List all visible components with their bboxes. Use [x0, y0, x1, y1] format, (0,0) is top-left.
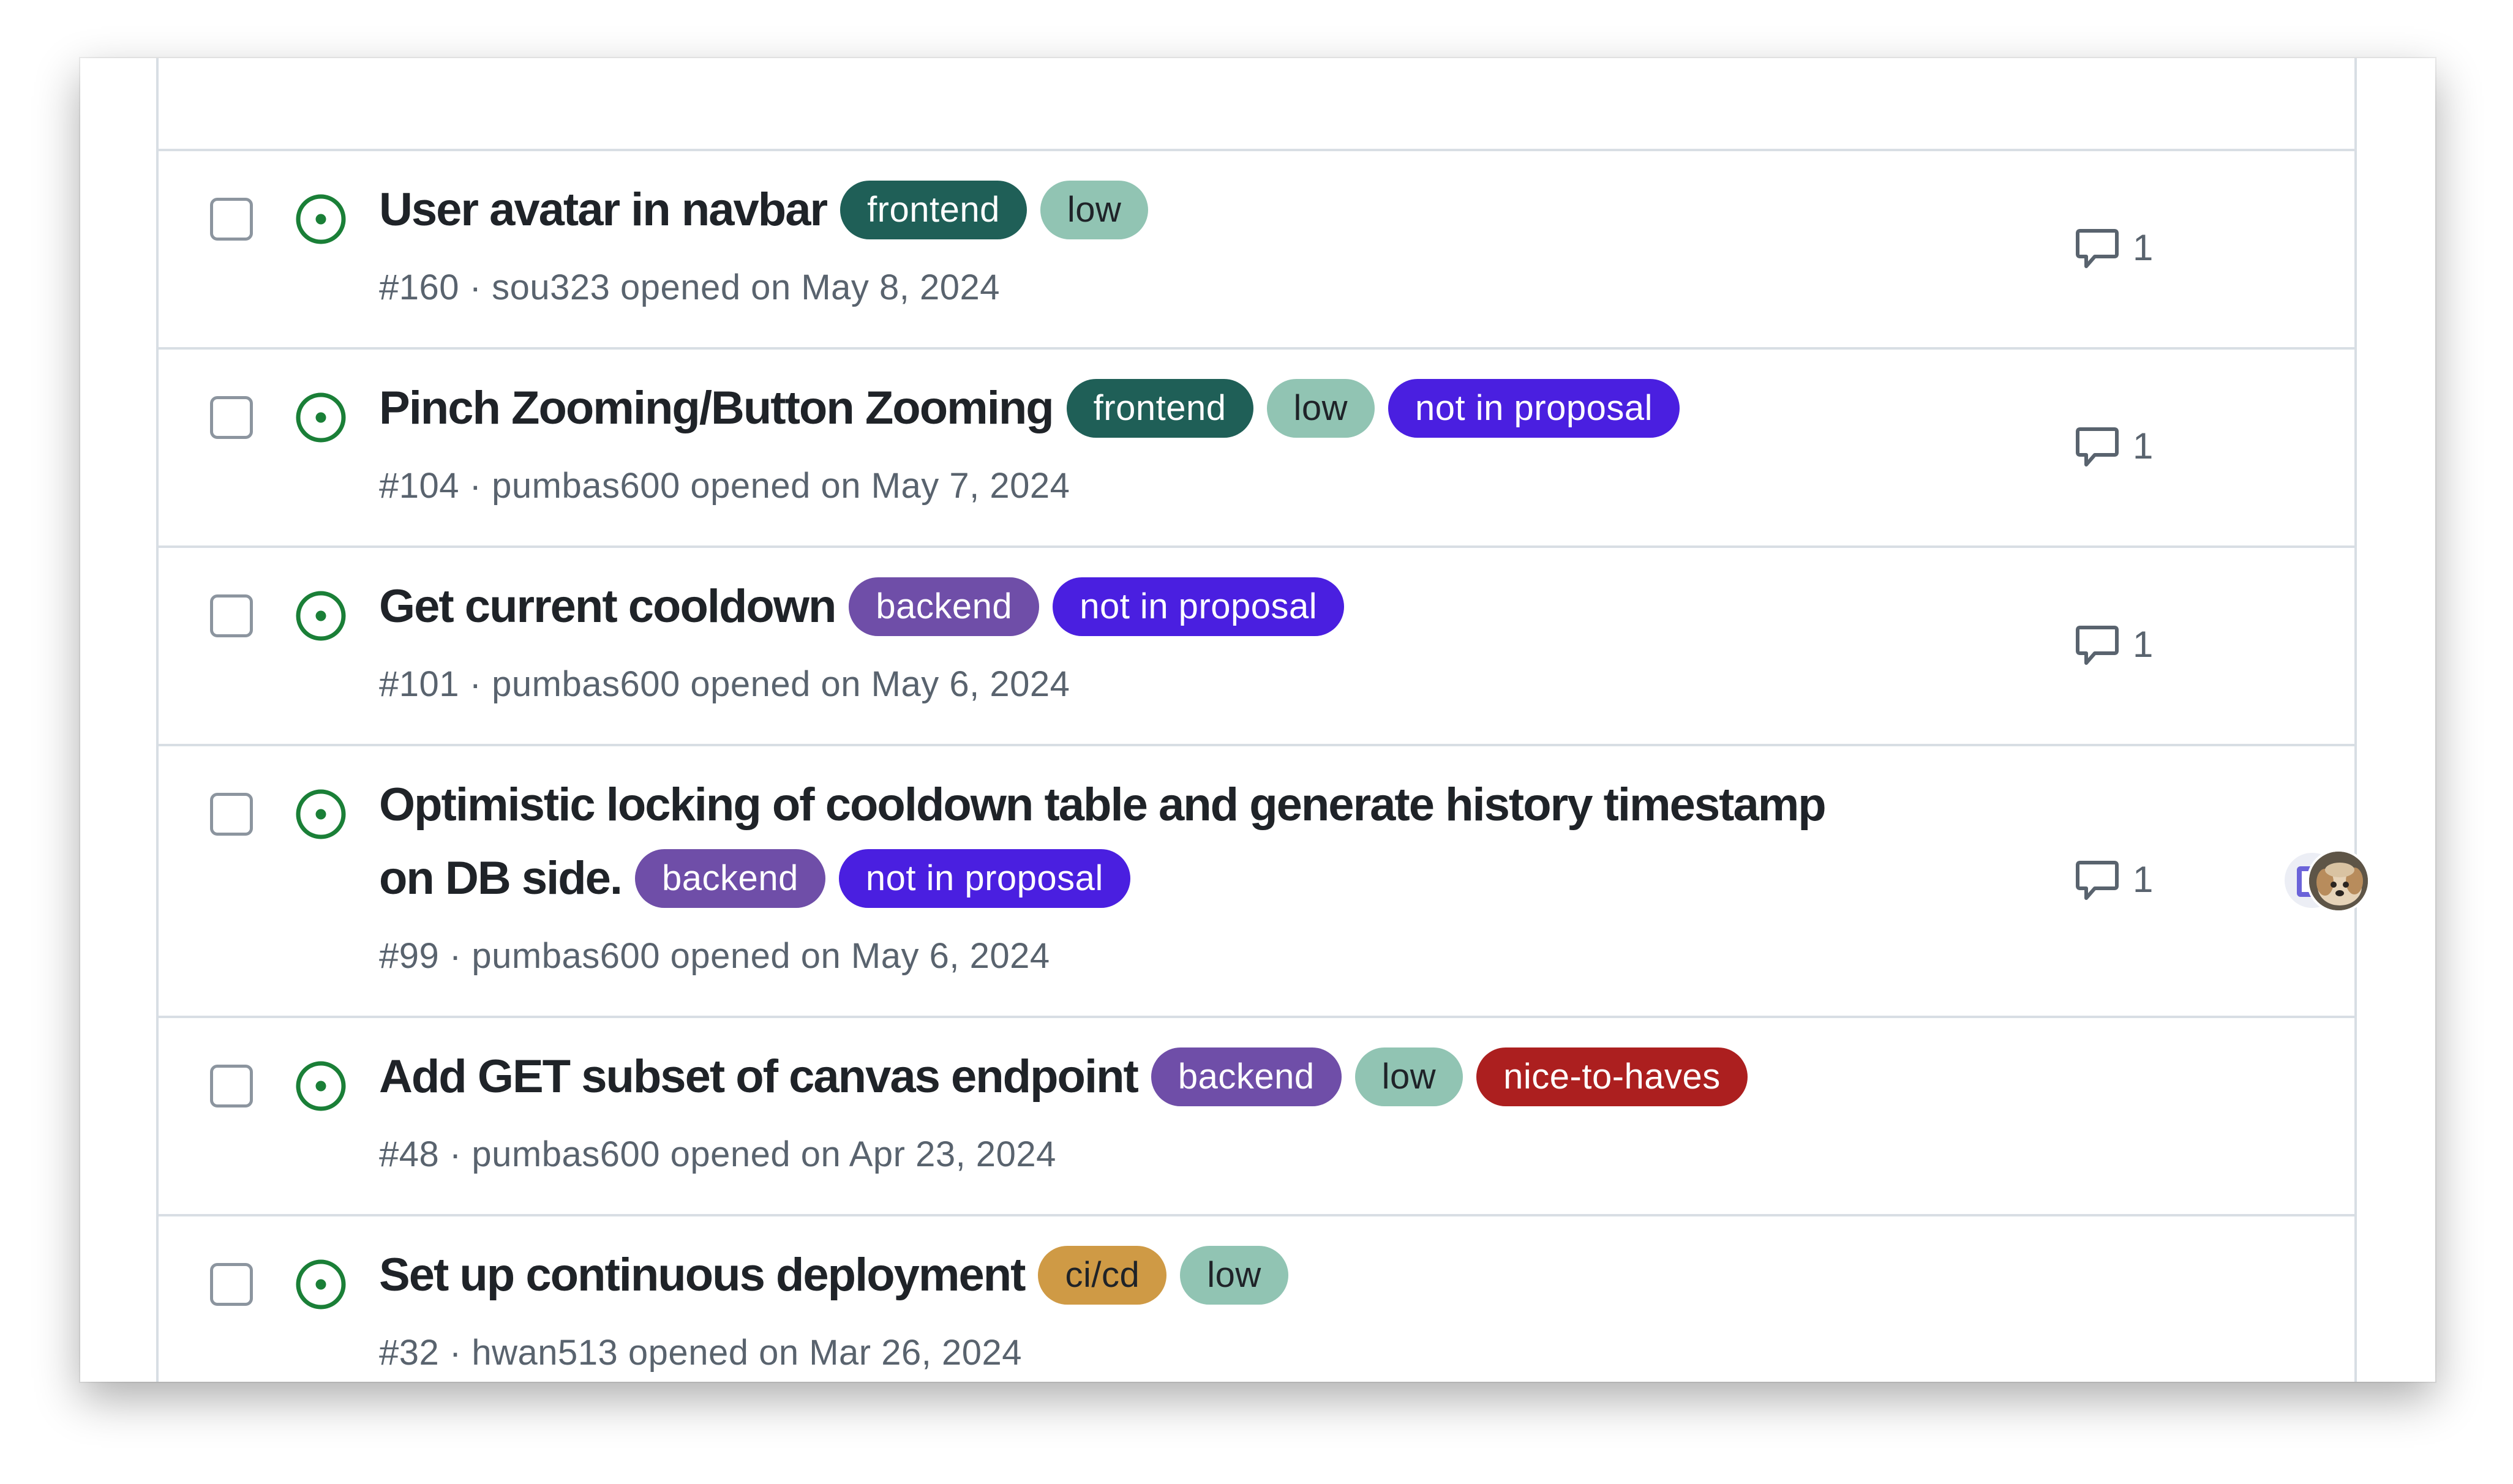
issue-title-link[interactable]: Set up continuous deployment: [379, 1249, 1026, 1301]
issue-opened-icon: [296, 591, 346, 641]
issue-opened-date: opened on May 6, 2024: [670, 936, 1050, 976]
issue-number: #32: [379, 1333, 440, 1373]
label-not-in-proposal[interactable]: not in proposal: [1388, 379, 1680, 438]
comments-link[interactable]: 1: [2074, 855, 2196, 904]
label-low[interactable]: low: [1266, 379, 1375, 438]
issue-meta: #104 · pumbas600 opened on May 7, 2024: [379, 465, 1070, 508]
issue-author-link[interactable]: pumbas600: [492, 664, 680, 704]
issue-number: #101: [379, 664, 460, 704]
issue-meta: #48 · pumbas600 opened on Apr 23, 2024: [379, 1133, 1056, 1176]
label-frontend[interactable]: frontend: [840, 181, 1027, 239]
issue-checkbox[interactable]: [210, 396, 253, 439]
comment-icon: [2076, 861, 2119, 900]
issue-meta: #101 · pumbas600 opened on May 6, 2024: [379, 663, 1070, 706]
issue-opened-date: opened on May 6, 2024: [690, 664, 1070, 704]
issue-row[interactable]: Add GET subset of canvas endpoint backend…: [159, 1016, 2354, 1215]
issue-opened-icon: [296, 1259, 346, 1310]
meta-separator: ·: [449, 936, 462, 976]
issue-opened-icon: [296, 392, 346, 443]
issue-checkbox[interactable]: [210, 198, 253, 241]
comment-icon: [2076, 427, 2119, 467]
issue-checkbox[interactable]: [210, 1263, 253, 1306]
issue-opened-date: opened on Mar 26, 2024: [628, 1333, 1022, 1373]
issue-list: User avatar in navbar frontend low #160 · …: [156, 58, 2370, 1382]
issue-opened-date: opened on May 8, 2024: [620, 268, 1001, 307]
issue-number: #48: [379, 1134, 440, 1174]
comments-link[interactable]: 1: [2074, 620, 2196, 669]
label-not-in-proposal[interactable]: not in proposal: [838, 849, 1130, 908]
issue-row[interactable]: Optimistic locking of cooldown table and…: [159, 744, 2370, 1017]
issue-number: #104: [379, 466, 460, 506]
label-ci-cd[interactable]: ci/cd: [1038, 1246, 1167, 1305]
issue-meta: #160 · sou323 opened on May 8, 2024: [379, 266, 1000, 309]
label-not-in-proposal[interactable]: not in proposal: [1053, 577, 1345, 636]
comment-count: 1: [2133, 227, 2154, 268]
issue-row[interactable]: Set up continuous deployment ci/cd low #32…: [159, 1214, 2354, 1382]
issue-checkbox[interactable]: [210, 1065, 253, 1107]
issue-title-line: Get current cooldown backend not in propos…: [379, 570, 1828, 643]
comment-icon: [2076, 626, 2119, 665]
comments-link[interactable]: 1: [2074, 223, 2196, 272]
issue-checkbox[interactable]: [210, 793, 253, 836]
issue-opened-date: opened on Apr 23, 2024: [670, 1134, 1056, 1174]
comment-count: 1: [2133, 425, 2154, 467]
issue-opened-icon: [296, 1061, 346, 1111]
issue-title-link[interactable]: Get current cooldown: [379, 580, 836, 632]
issue-title-line: Optimistic locking of cooldown table and…: [379, 768, 1828, 915]
dog-avatar-icon: [2309, 852, 2368, 910]
issue-opened-date: opened on May 7, 2024: [690, 466, 1070, 506]
issue-meta: #99 · pumbas600 opened on May 6, 2024: [379, 935, 1050, 978]
label-backend[interactable]: backend: [849, 577, 1040, 636]
issue-author-link[interactable]: hwan513: [471, 1333, 618, 1373]
issue-row[interactable]: Get current cooldown backend not in propos…: [159, 545, 2354, 745]
label-backend[interactable]: backend: [1151, 1047, 1342, 1106]
issue-title-line: User avatar in navbar frontend low: [379, 173, 1828, 247]
issue-author-link[interactable]: sou323: [492, 268, 610, 307]
issue-title-line: Set up continuous deployment ci/cd low: [379, 1239, 1828, 1312]
comments-link[interactable]: 1: [2074, 422, 2196, 471]
app-window: User avatar in navbar frontend low #160 · …: [80, 58, 2435, 1382]
label-backend[interactable]: backend: [635, 849, 825, 908]
meta-separator: ·: [449, 1134, 462, 1174]
label-low[interactable]: low: [1354, 1047, 1463, 1106]
issue-author-link[interactable]: pumbas600: [471, 936, 660, 976]
assignee-avatar-dog[interactable]: [2307, 849, 2370, 913]
comment-icon: [2076, 229, 2119, 268]
issue-row[interactable]: Pinch Zooming/Button Zooming frontend low n…: [159, 347, 2354, 547]
issue-number: #99: [379, 936, 440, 976]
label-frontend[interactable]: frontend: [1066, 379, 1253, 438]
label-low[interactable]: low: [1180, 1246, 1288, 1305]
issue-title-line: Pinch Zooming/Button Zooming frontend low n…: [379, 372, 1828, 445]
label-low[interactable]: low: [1040, 181, 1149, 239]
meta-separator: ·: [469, 664, 482, 704]
issue-meta: #32 · hwan513 opened on Mar 26, 2024: [379, 1332, 1022, 1374]
issue-opened-icon: [296, 789, 346, 839]
issue-title-line: Add GET subset of canvas endpoint backend…: [379, 1040, 1828, 1114]
meta-separator: ·: [469, 268, 482, 307]
comment-count: 1: [2133, 624, 2154, 665]
comment-count: 1: [2133, 859, 2154, 900]
issue-title-link[interactable]: Add GET subset of canvas endpoint: [379, 1051, 1139, 1103]
label-nice-to-haves[interactable]: nice-to-haves: [1476, 1047, 1748, 1106]
issue-opened-icon: [296, 194, 346, 244]
issue-title-link[interactable]: User avatar in navbar: [379, 184, 828, 236]
issue-title-link[interactable]: Pinch Zooming/Button Zooming: [379, 382, 1054, 434]
meta-separator: ·: [449, 1333, 462, 1373]
meta-separator: ·: [469, 466, 482, 506]
issue-row[interactable]: User avatar in navbar frontend low #160 · …: [159, 149, 2354, 348]
issue-author-link[interactable]: pumbas600: [471, 1134, 660, 1174]
issue-author-link[interactable]: pumbas600: [492, 466, 680, 506]
assignees-avatars[interactable]: [2282, 847, 2380, 914]
issue-number: #160: [379, 268, 460, 307]
issue-checkbox[interactable]: [210, 594, 253, 637]
